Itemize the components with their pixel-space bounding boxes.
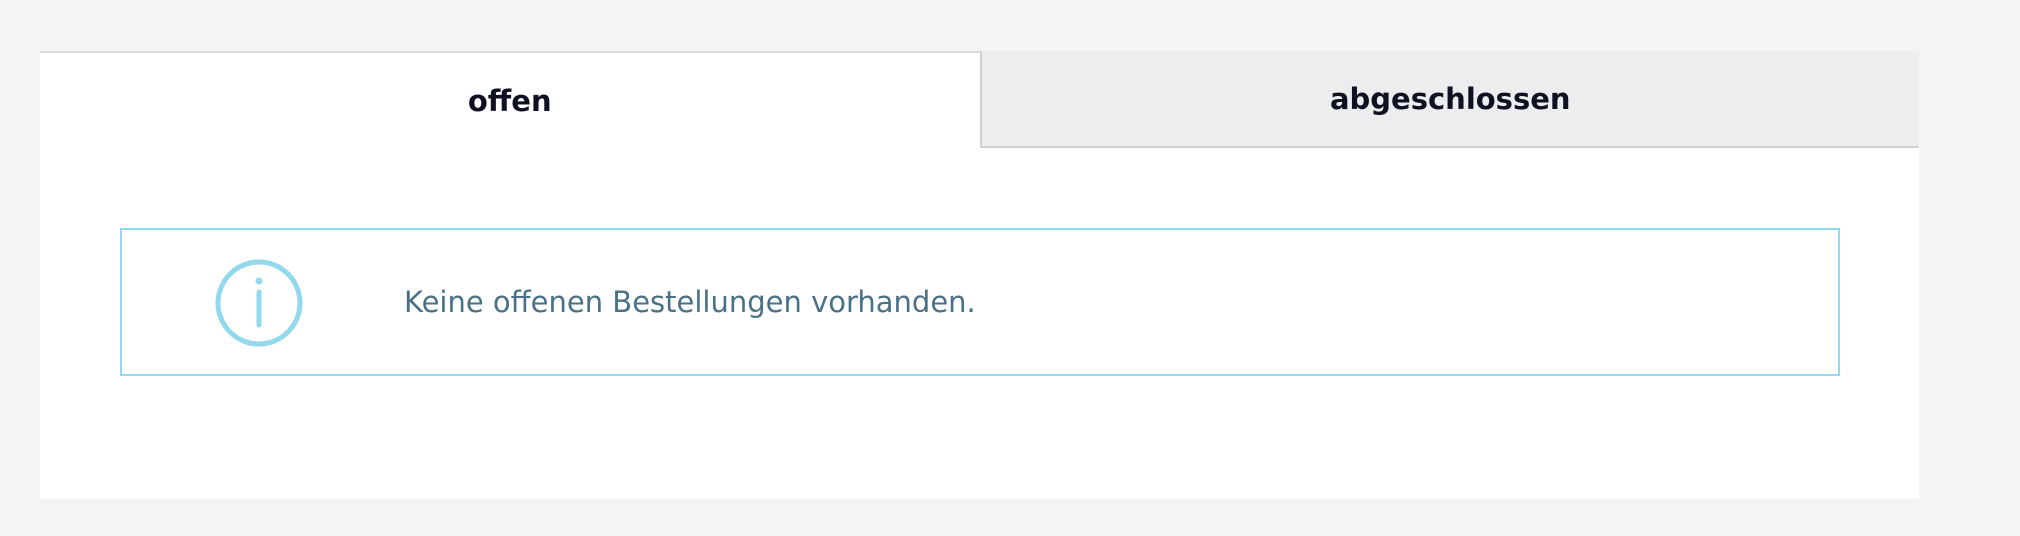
tab-offen[interactable]: offen	[40, 51, 980, 148]
tab-abgeschlossen[interactable]: abgeschlossen	[979, 51, 1919, 148]
info-message: Keine offenen Bestellungen vorhanden.	[404, 285, 976, 319]
info-icon	[215, 259, 303, 347]
orders-panel: offen abgeschlossen Keine offenen Bestel…	[40, 51, 1919, 499]
info-notice: Keine offenen Bestellungen vorhanden.	[120, 228, 1840, 376]
order-status-tabs: offen abgeschlossen	[40, 51, 1919, 148]
